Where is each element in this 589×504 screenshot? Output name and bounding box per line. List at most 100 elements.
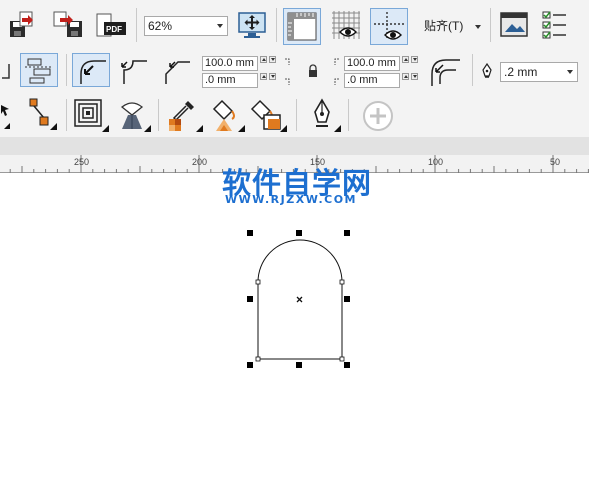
pick-arrow-icon: [1, 105, 10, 129]
relative-corner-icon: [431, 59, 460, 86]
node[interactable]: [255, 279, 261, 285]
handle-top-right[interactable]: [344, 230, 350, 236]
shape-node-icon: [29, 98, 57, 130]
corner-width-spin-down[interactable]: [411, 56, 418, 63]
transparency-tool-button[interactable]: [114, 97, 152, 133]
corner-width-spin-up[interactable]: [402, 56, 409, 63]
separator: [472, 54, 473, 86]
height-spin-up[interactable]: [260, 73, 267, 80]
outline-pen-tool-button[interactable]: [304, 97, 342, 133]
separator: [276, 8, 277, 42]
separator: [136, 8, 137, 42]
corner-width-field[interactable]: 100.0 mm: [344, 56, 400, 71]
zoom-combo[interactable]: 62%: [144, 16, 228, 36]
transparency-glass-icon: [120, 102, 151, 132]
ruler-label: 50: [550, 157, 561, 167]
show-guidelines-button[interactable]: [370, 8, 408, 45]
separator: [66, 99, 67, 131]
height-field[interactable]: .0 mm: [202, 73, 258, 88]
svg-text:PDF: PDF: [106, 25, 122, 34]
node[interactable]: [339, 279, 345, 285]
contour-icon: [74, 99, 109, 132]
separator: [348, 99, 349, 131]
application-launcher-icon: [542, 11, 566, 39]
align-layout-icon: [25, 58, 53, 84]
chamfered-corner-button[interactable]: [160, 54, 194, 86]
handle-bottom-center[interactable]: [296, 362, 302, 368]
corner-width-value: 100.0 mm: [347, 57, 396, 69]
handle-top-center[interactable]: [296, 230, 302, 236]
handle-bottom-right[interactable]: [344, 362, 350, 368]
corner-height-spin-up[interactable]: [402, 73, 409, 80]
publish-pdf-icon: PDF: [96, 13, 126, 37]
pick-tool-button[interactable]: [0, 97, 14, 131]
full-screen-preview-icon: [238, 12, 266, 38]
import-button[interactable]: [6, 10, 40, 40]
width-spin-down[interactable]: [269, 56, 276, 63]
chamfered-corner-icon: [165, 61, 190, 84]
add-tool-button[interactable]: [360, 99, 396, 133]
handle-middle-right[interactable]: [344, 296, 350, 302]
fill-bucket-icon: [212, 99, 245, 132]
chevron-down-icon: [474, 24, 481, 29]
application-launcher-button[interactable]: [540, 8, 570, 42]
outline-pen-icon: [482, 63, 492, 78]
show-grid-button[interactable]: [328, 8, 364, 45]
corner-nodes: [255, 279, 345, 362]
interactive-fill-button[interactable]: [208, 97, 246, 133]
corner-bracket-icon: [334, 58, 339, 85]
corner-bracket-icon: [285, 58, 290, 85]
zoom-value: 62%: [148, 19, 173, 33]
outline-width-value: .2 mm: [504, 65, 538, 79]
handle-middle-left[interactable]: [247, 296, 253, 302]
node[interactable]: [339, 356, 345, 362]
handle-bottom-left[interactable]: [247, 362, 253, 368]
separator: [296, 99, 297, 131]
relative-corner-button[interactable]: [426, 54, 464, 88]
show-grid-icon: [332, 11, 360, 39]
color-eyedropper-button[interactable]: [166, 97, 204, 133]
node[interactable]: [255, 356, 261, 362]
export-button[interactable]: [50, 10, 86, 40]
width-field[interactable]: 100.0 mm: [202, 56, 258, 71]
width-value: 100.0 mm: [205, 57, 254, 69]
relative-corner-scaling-button[interactable]: [20, 53, 58, 87]
add-plus-icon: [363, 101, 393, 131]
chevron-down-icon[interactable]: [563, 63, 577, 81]
separator: [158, 99, 159, 131]
smart-fill-icon: [250, 99, 287, 132]
scalloped-corner-button[interactable]: [116, 54, 150, 86]
width-spin-up[interactable]: [260, 56, 267, 63]
corner-height-spin-down[interactable]: [411, 73, 418, 80]
publish-to-pdf-button[interactable]: PDF: [94, 10, 130, 40]
options-button[interactable]: [498, 10, 532, 40]
import-icon: [10, 11, 33, 37]
handle-top-left[interactable]: [247, 230, 253, 236]
corner-partial-button[interactable]: [0, 56, 14, 84]
round-corner-button[interactable]: [72, 53, 110, 87]
property-bar: 100.0 mm .0 mm 100.0 mm .0 mm .2 mm: [0, 48, 589, 94]
export-icon: [53, 11, 82, 37]
snap-to-dropdown[interactable]: 贴齐(T): [424, 16, 481, 36]
corner-height-field[interactable]: .0 mm: [344, 73, 400, 88]
show-guidelines-icon: [374, 12, 404, 40]
show-rulers-button[interactable]: [283, 8, 321, 45]
snap-to-label: 贴齐(T): [424, 19, 464, 33]
full-screen-preview-button[interactable]: [236, 10, 268, 40]
chevron-down-icon[interactable]: [213, 17, 227, 35]
shape-tool-button[interactable]: [22, 97, 60, 131]
outline-width-combo[interactable]: .2 mm: [500, 62, 578, 82]
contour-tool-button[interactable]: [72, 97, 110, 133]
center-x-marker: [296, 296, 303, 303]
drawing-canvas[interactable]: [0, 173, 589, 501]
height-spin-down[interactable]: [269, 73, 276, 80]
separator: [66, 54, 67, 86]
corner-edge-icon: [2, 64, 10, 79]
eyedropper-icon: [169, 101, 203, 132]
smart-fill-button[interactable]: [250, 97, 288, 133]
pen-nib-icon: [314, 98, 341, 132]
lock-ratio-button[interactable]: [306, 64, 320, 78]
toolbox-strip: [0, 93, 589, 138]
show-rulers-icon: [287, 12, 317, 41]
canvas-drawing: [247, 230, 350, 368]
